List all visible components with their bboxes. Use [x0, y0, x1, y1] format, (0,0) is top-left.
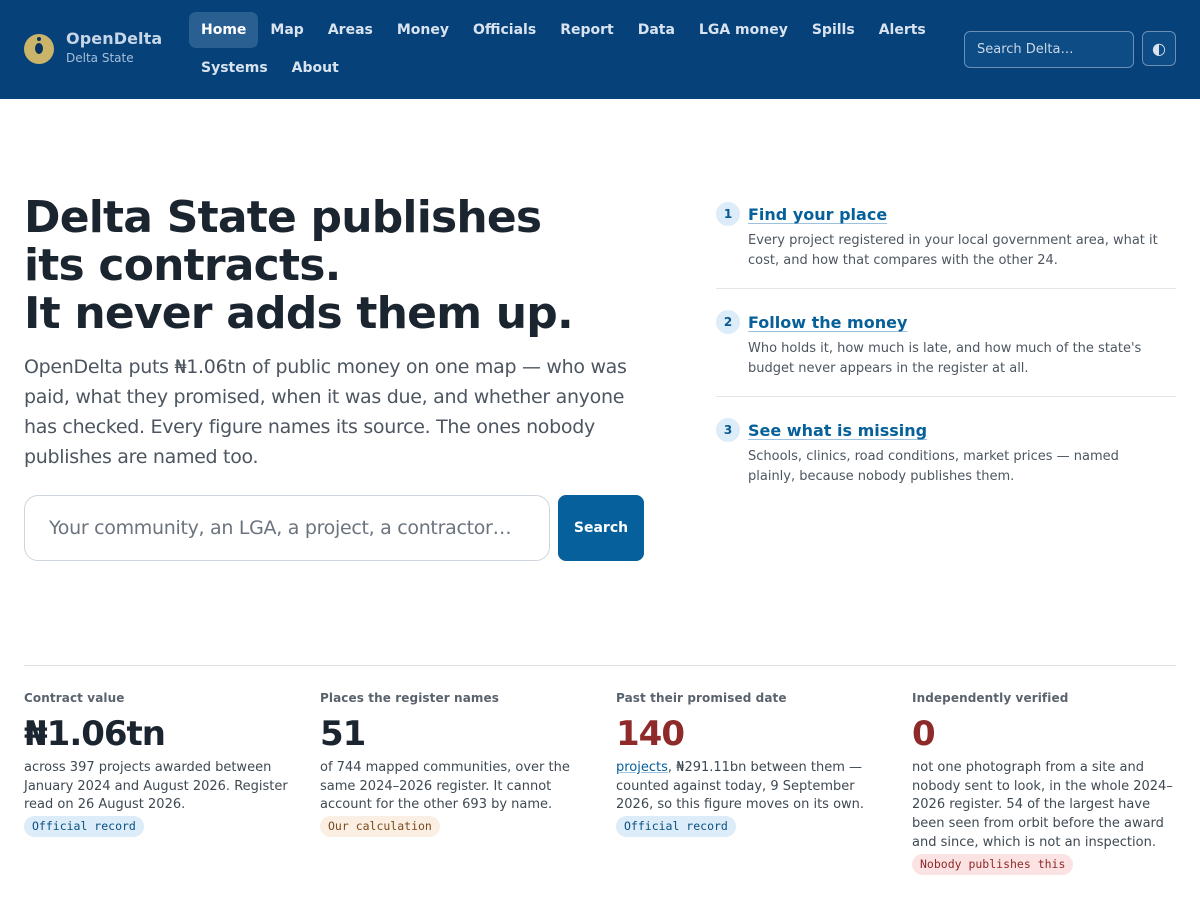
stat-description: projects, ₦291.11bn between them — count…	[616, 759, 888, 815]
step-number: 2	[716, 310, 740, 334]
stat-label: Places the register names	[320, 691, 499, 705]
step-number: 1	[716, 202, 740, 226]
source-badge: Our calculation	[320, 816, 440, 838]
step-item: 2 Follow the money Who holds it, how muc…	[716, 310, 1176, 397]
nav-data[interactable]: Data	[626, 12, 687, 48]
brand-subtitle: Delta State	[66, 51, 134, 65]
contrast-icon: ◐	[1152, 39, 1166, 58]
step-item: 1 Find your place Every project register…	[716, 202, 1176, 289]
nav-systems[interactable]: Systems	[189, 50, 280, 86]
stat-description: not one photograph from a site and nobod…	[912, 760, 1173, 850]
source-badge: Official record	[24, 816, 144, 838]
nav-alerts[interactable]: Alerts	[867, 12, 938, 48]
hero-title-line: Delta State publishes	[24, 192, 542, 243]
step-link-see-what-is-missing[interactable]: See what is missing	[748, 418, 1168, 444]
step-description: Who holds it, how much is late, and how …	[748, 341, 1142, 376]
step-description: Schools, clinics, road conditions, marke…	[748, 449, 1119, 484]
brand-name: OpenDelta	[66, 29, 163, 48]
stat-label: Past their promised date	[616, 691, 787, 705]
nav-lga-money[interactable]: LGA money	[687, 12, 800, 48]
stat-label: Contract value	[24, 691, 125, 705]
opendelta-logo-icon	[24, 34, 54, 64]
stat-independently-verified: Independently verified 0 not one photogr…	[912, 691, 1178, 875]
search-button[interactable]: Search	[558, 495, 644, 561]
step-item: 3 See what is missing Schools, clinics, …	[716, 418, 1176, 504]
hero-title-line: its contracts.	[24, 240, 341, 291]
site-header: OpenDelta Delta State Home Map Areas Mon…	[0, 0, 1200, 99]
hero-title-line: It never adds them up.	[24, 288, 574, 339]
nav-report[interactable]: Report	[548, 12, 626, 48]
stat-value: ₦1.06tn	[24, 714, 166, 754]
nav-map[interactable]: Map	[258, 12, 315, 48]
nav-home[interactable]: Home	[189, 12, 259, 48]
stat-places-named: Places the register names 51 of 744 mapp…	[320, 691, 586, 838]
stat-label: Independently verified	[912, 691, 1069, 705]
step-number: 3	[716, 418, 740, 442]
section-divider	[24, 665, 1176, 666]
theme-toggle-button[interactable]: ◐	[1142, 31, 1176, 66]
stat-description: across 397 projects awarded between Janu…	[24, 760, 288, 813]
stat-contract-value: Contract value ₦1.06tn across 397 projec…	[24, 691, 290, 838]
hero-description: OpenDelta puts ₦1.06tn of public money o…	[24, 356, 627, 468]
step-description: Every project registered in your local g…	[748, 233, 1158, 268]
projects-link[interactable]: projects	[616, 760, 668, 775]
nav-money[interactable]: Money	[385, 12, 461, 48]
nav-about[interactable]: About	[280, 50, 351, 86]
source-badge: Official record	[616, 816, 736, 838]
header-search-input[interactable]: Search Delta…	[964, 31, 1134, 68]
stat-value: 0	[912, 714, 936, 754]
nav-spills[interactable]: Spills	[800, 12, 867, 48]
nav-officials[interactable]: Officials	[461, 12, 548, 48]
stat-value: 51	[320, 714, 366, 754]
how-it-works-list: 1 Find your place Every project register…	[716, 202, 1176, 525]
hero-title: Delta State publishes its contracts. It …	[24, 194, 644, 338]
nav-areas[interactable]: Areas	[316, 12, 385, 48]
step-link-follow-the-money[interactable]: Follow the money	[748, 310, 1168, 336]
step-link-find-your-place[interactable]: Find your place	[748, 202, 1168, 228]
main-search-input[interactable]: Your community, an LGA, a project, a con…	[24, 495, 550, 561]
main-nav: Home Map Areas Money Officials Report Da…	[189, 12, 926, 88]
brand[interactable]: OpenDelta Delta State	[24, 30, 162, 65]
stat-past-due: Past their promised date 140 projects, ₦…	[616, 691, 882, 838]
source-badge: Nobody publishes this	[912, 853, 1074, 875]
stat-description: of 744 mapped communities, over the same…	[320, 760, 570, 813]
stat-value: 140	[616, 714, 685, 754]
